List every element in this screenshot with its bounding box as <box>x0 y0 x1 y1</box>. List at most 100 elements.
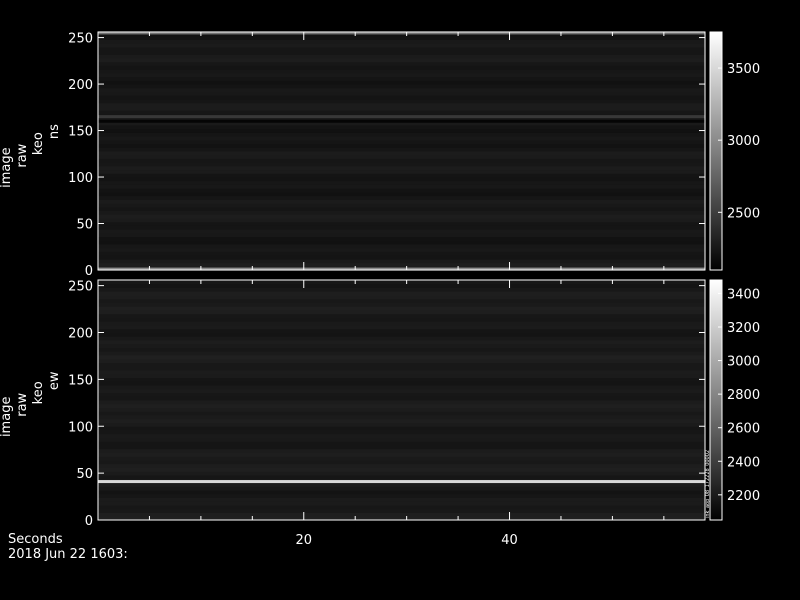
heatmap-band <box>98 50 705 55</box>
heatmap-band <box>98 287 705 292</box>
heatmap-band <box>98 385 705 390</box>
heatmap-band <box>98 366 705 371</box>
y-tick-label: 250 <box>68 32 93 47</box>
heatmap-band <box>98 295 705 300</box>
heatmap-band <box>98 54 705 59</box>
heatmap-band <box>98 106 705 111</box>
y-tick-label: 150 <box>68 125 93 140</box>
heatmap-band <box>98 46 705 52</box>
heatmap-band <box>98 456 705 461</box>
heatmap-band <box>98 467 705 472</box>
heatmap-band <box>98 422 705 427</box>
heatmap-band <box>98 35 705 40</box>
y-tick-label: 200 <box>68 327 93 342</box>
heatmap-band <box>98 508 705 513</box>
heatmap-band <box>98 84 705 89</box>
heatmap-band <box>98 396 705 401</box>
heatmap-band <box>98 87 705 92</box>
heatmap-band <box>98 433 705 438</box>
x-tick-label: 40 <box>501 533 518 548</box>
heatmap-band <box>98 217 705 223</box>
heatmap-band <box>98 317 705 322</box>
heatmap-band <box>98 147 705 152</box>
heatmap-band <box>98 463 705 468</box>
y-axis-label-word: keo <box>31 132 46 155</box>
heatmap-band <box>98 139 705 145</box>
heatmap-band <box>98 418 705 423</box>
heatmap-band <box>98 497 705 502</box>
heatmap-band <box>98 403 705 408</box>
colorbar-tick-label: 3500 <box>727 62 760 77</box>
heatmap-band <box>98 95 705 100</box>
heatmap-band <box>98 243 705 249</box>
heatmap-band <box>98 154 705 159</box>
heatmap-band <box>98 229 705 234</box>
heatmap-band <box>98 471 705 476</box>
heatmap-band <box>98 370 705 375</box>
heatmap-band <box>98 203 705 208</box>
heatmap-band <box>98 343 705 348</box>
heatmap-band <box>98 43 705 48</box>
y-tick-label: 50 <box>76 218 93 233</box>
colorbar <box>709 279 723 521</box>
y-tick-label: 100 <box>68 171 93 186</box>
heatmap-band <box>98 191 705 197</box>
heatmap-band <box>98 426 705 431</box>
heatmap-band <box>98 328 705 333</box>
heatmap-feature-row <box>98 115 705 119</box>
colorbar-note: ink_aop_08_172228_00002 <box>705 450 711 518</box>
heatmap-band <box>98 180 705 185</box>
colorbar-tick-label: 2400 <box>727 455 760 470</box>
heatmap-band <box>98 184 705 189</box>
y-tick-label: 50 <box>76 467 93 482</box>
heatmap-feature-row <box>98 480 705 484</box>
heatmap-band <box>98 340 705 345</box>
heatmap-band <box>98 448 705 453</box>
heatmap-band <box>98 188 705 193</box>
heatmap-band <box>98 452 705 457</box>
heatmap-band <box>98 132 705 137</box>
heatmap-band <box>98 151 705 156</box>
y-tick-label: 200 <box>68 78 93 93</box>
y-axis-label-word: ew <box>47 371 62 390</box>
heatmap-band <box>98 505 705 510</box>
heatmap-band <box>98 430 705 435</box>
heatmap-band <box>98 501 705 506</box>
heatmap-band <box>98 255 705 260</box>
colorbar-tick-label: 2800 <box>727 388 760 403</box>
heatmap-band <box>98 199 705 204</box>
y-axis-label-word: ns <box>47 124 62 139</box>
y-axis-label-word: raw <box>15 392 30 416</box>
y-tick-label: 0 <box>85 264 93 279</box>
y-axis-label-word: keo <box>31 381 46 404</box>
heatmap-band <box>98 247 705 252</box>
heatmap-band <box>98 388 705 393</box>
panels-group: 050100150200250image rawkeons250030003500… <box>0 31 760 548</box>
colorbar-tick-label: 3200 <box>727 321 760 336</box>
heatmap-band <box>98 407 705 412</box>
heatmap-band <box>98 225 705 230</box>
heatmap-band <box>98 169 705 174</box>
heatmap-band <box>98 381 705 386</box>
heatmap-band <box>98 143 705 148</box>
heatmap-band <box>98 298 705 303</box>
heatmap-band <box>98 102 705 107</box>
heatmap-band <box>98 39 705 44</box>
colorbar-tick-label: 2200 <box>727 489 760 504</box>
x-tick-label: 20 <box>295 533 312 548</box>
colorbar-tick-label: 3400 <box>727 287 760 302</box>
heatmap-band <box>98 355 705 360</box>
heatmap-band <box>98 373 705 378</box>
heatmap-band <box>98 347 705 352</box>
heatmap-band <box>98 173 705 178</box>
heatmap-band <box>98 415 705 420</box>
heatmap-band <box>98 310 705 315</box>
heatmap-band <box>98 262 705 267</box>
heatmap-band <box>98 72 705 78</box>
heatmap-band <box>98 445 705 450</box>
heatmap-band <box>98 162 705 167</box>
heatmap-band <box>98 325 705 330</box>
y-axis-label-word: image <box>0 147 14 188</box>
y-axis-label-word: image <box>0 397 14 438</box>
y-tick-label: 150 <box>68 373 93 388</box>
